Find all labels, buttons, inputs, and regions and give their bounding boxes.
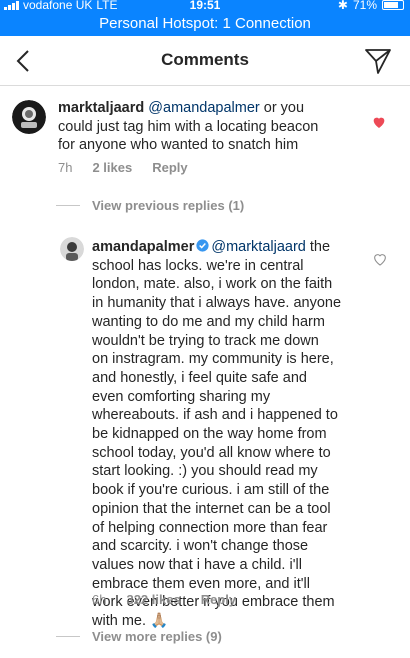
view-previous-label: View previous replies (1) xyxy=(92,198,245,213)
reply-time: 6h xyxy=(92,592,107,607)
reply-line: school has locks. we're in central xyxy=(92,257,304,274)
heart-outline-icon[interactable] xyxy=(372,251,388,267)
status-right: ✱ 71% xyxy=(338,0,404,11)
comment-meta: 7h 2 likes Reply xyxy=(58,160,188,175)
divider-line xyxy=(56,636,80,637)
reply-line: embrace them even more, and it'll xyxy=(92,575,310,592)
profile-photo-icon xyxy=(12,100,46,134)
reply-line: in humanity that i always have. anyone xyxy=(92,295,342,312)
reply-mention[interactable]: @marktaljaard xyxy=(211,239,306,255)
likes-count[interactable]: 2 likes xyxy=(92,160,132,175)
comment-line: for anyone who wanted to snatch him xyxy=(58,137,299,154)
comment-line: could just tag him with a locating beaco… xyxy=(58,118,319,135)
reply-meta: 6h 322 likes Reply xyxy=(92,592,236,607)
status-bar: vodafone UK LTE 19:51 ✱ 71% xyxy=(0,0,410,14)
nav-bar: Comments xyxy=(0,36,410,86)
reply-line: start looking. :) you should read my xyxy=(92,463,318,480)
heart-filled-icon[interactable] xyxy=(371,114,387,130)
view-more-replies[interactable]: View more replies (9) xyxy=(56,629,222,644)
reply-line: wouldn't be trying to track me down xyxy=(92,332,319,349)
reply-line: on instragram. my community is here, xyxy=(92,351,334,368)
reply-line: be kidnapped on the way home from xyxy=(92,426,327,443)
reply-line: of helping connection more than fear xyxy=(92,519,328,536)
bluetooth-icon: ✱ xyxy=(337,0,348,12)
page-title: Comments xyxy=(161,50,249,69)
reply-item: amandapalmer @marktaljaard the school has… xyxy=(0,232,410,629)
reply-line: values now that i have a child. i'll xyxy=(92,556,302,573)
reply-line: london, mate. also, i work on the faith xyxy=(92,276,333,293)
reply-text: amandapalmer @marktaljaard the school has… xyxy=(92,238,367,631)
reply-line: opinion that the internet can be a tool xyxy=(92,500,331,517)
reply-button[interactable]: Reply xyxy=(152,160,187,175)
view-more-label: View more replies (9) xyxy=(92,629,222,644)
verified-badge-icon xyxy=(196,239,209,252)
direct-send-icon[interactable] xyxy=(364,47,392,75)
reply-line: school today, you'd all know where to xyxy=(92,444,331,461)
battery-percent: 71% xyxy=(352,0,377,12)
reply-line: whereabouts. if ash and i happened to xyxy=(92,407,338,424)
reply-line: the xyxy=(305,239,331,255)
hotspot-banner[interactable]: Personal Hotspot: 1 Connection xyxy=(0,14,410,36)
comment-mention[interactable]: @amandapalmer xyxy=(148,100,259,116)
reply-line: and scarcity. i won't change those xyxy=(92,538,309,555)
avatar[interactable] xyxy=(60,237,84,261)
comment-username[interactable]: marktaljaard xyxy=(58,100,144,116)
reply-line: book if you're curious. i am still of th… xyxy=(92,482,330,499)
view-previous-replies[interactable]: View previous replies (1) xyxy=(56,198,244,213)
reply-button[interactable]: Reply xyxy=(201,592,236,607)
reply-line: even comforting sharing my xyxy=(92,388,271,405)
comment-line: or you xyxy=(259,100,305,116)
comment-item: marktaljaard @amandapalmer or you could … xyxy=(0,86,410,196)
reply-line: with me. 🙏🏼 xyxy=(92,613,169,630)
reply-line: and honestly, i feel quite safe and xyxy=(92,369,307,386)
battery-icon xyxy=(382,0,404,10)
reply-line: wanting to do me and my child harm xyxy=(92,313,325,330)
comment-text: marktaljaard @amandapalmer or you could … xyxy=(58,99,378,155)
likes-count[interactable]: 322 likes xyxy=(126,592,180,607)
comment-time: 7h xyxy=(58,160,73,175)
profile-photo-icon xyxy=(60,237,84,261)
avatar[interactable] xyxy=(12,100,46,134)
divider-line xyxy=(56,205,80,206)
reply-username[interactable]: amandapalmer xyxy=(92,239,194,255)
